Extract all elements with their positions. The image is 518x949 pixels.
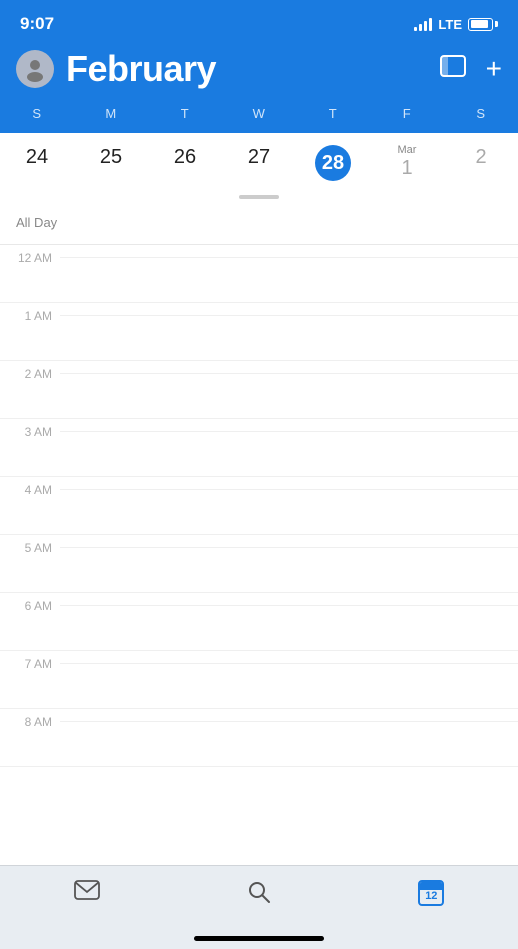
day-header-mon: M [74,102,148,125]
day-header-sat: S [444,102,518,125]
signal-icon [414,17,432,31]
header-left: February [16,48,216,90]
tab-search[interactable] [231,876,287,913]
time-label-5am: 5 AM [0,535,60,555]
tab-mail[interactable] [58,876,116,910]
time-slot-2am: 2 AM [0,361,518,419]
time-label-12am: 12 AM [0,245,60,265]
week-day-27[interactable]: 27 [222,141,296,185]
time-label-3am: 3 AM [0,419,60,439]
day-header-wed: W [222,102,296,125]
week-day-25[interactable]: 25 [74,141,148,185]
day-header-row: S M T W T F S [0,102,518,133]
time-slot-4am: 4 AM [0,477,518,535]
day-header-sun: S [0,102,74,125]
scroll-pill [239,195,279,199]
week-day-mar1[interactable]: Mar 1 [370,141,444,185]
all-day-label: All Day [16,215,68,230]
header: February + [0,44,518,102]
add-event-button[interactable]: + [486,55,502,83]
time-slot-7am: 7 AM [0,651,518,709]
time-slot-1am: 1 AM [0,303,518,361]
time-label-1am: 1 AM [0,303,60,323]
avatar[interactable] [16,50,54,88]
week-day-24[interactable]: 24 [0,141,74,185]
calendar-view-button[interactable] [440,55,466,83]
month-title: February [66,48,216,90]
week-day-26[interactable]: 26 [148,141,222,185]
time-label-2am: 2 AM [0,361,60,381]
week-row: 24 25 26 27 28 Mar 1 2 [0,133,518,189]
home-indicator [194,936,324,941]
time-slot-5am: 5 AM [0,535,518,593]
battery-icon [468,18,498,31]
time-label-8am: 8 AM [0,709,60,729]
day-header-tue: T [148,102,222,125]
mail-icon [74,880,100,906]
status-bar: 9:07 LTE [0,0,518,44]
time-slot-12am: 12 AM [0,245,518,303]
search-icon [247,880,271,909]
lte-label: LTE [438,17,462,32]
status-icons: LTE [414,17,498,32]
time-label-7am: 7 AM [0,651,60,671]
time-slot-8am: 8 AM [0,709,518,767]
time-grid[interactable]: 12 AM 1 AM 2 AM 3 AM 4 AM 5 AM 6 AM 7 AM… [0,245,518,826]
week-day-mar2[interactable]: 2 [444,141,518,185]
time-label-4am: 4 AM [0,477,60,497]
calendar-tab-icon: 12 [418,880,444,906]
header-right: + [440,55,502,83]
time-slot-3am: 3 AM [0,419,518,477]
time-label-6am: 6 AM [0,593,60,613]
day-header-thu: T [296,102,370,125]
day-header-fri: F [370,102,444,125]
all-day-row: All Day [0,201,518,245]
scroll-indicator [0,189,518,201]
status-time: 9:07 [20,14,54,34]
week-day-28-today[interactable]: 28 [296,141,370,185]
time-slot-6am: 6 AM [0,593,518,651]
tab-calendar[interactable]: 12 [402,876,460,910]
